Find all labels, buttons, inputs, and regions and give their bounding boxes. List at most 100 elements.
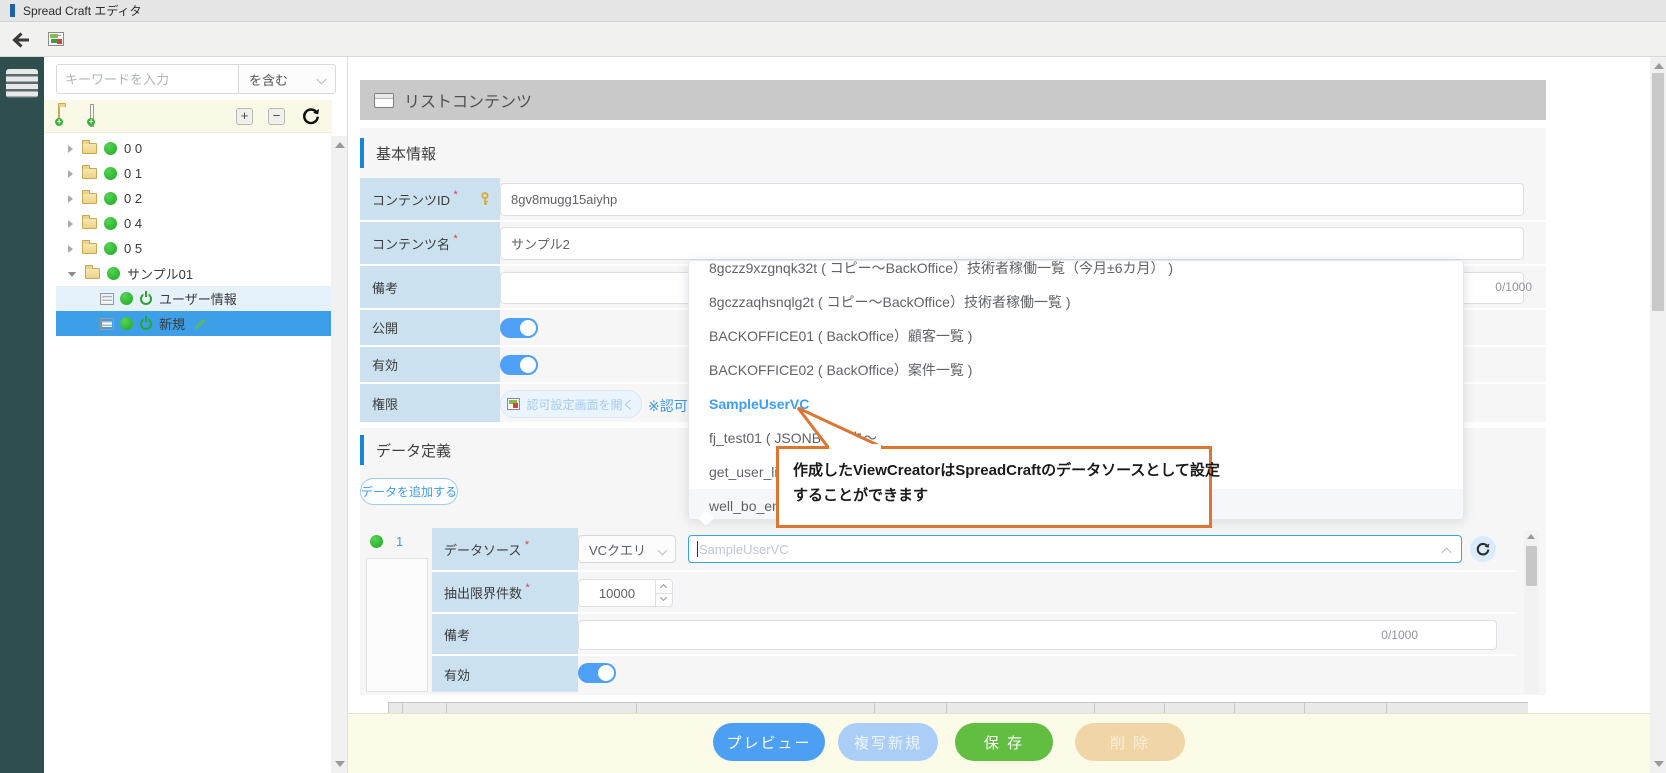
page-scrollbar[interactable] xyxy=(1650,57,1666,773)
datasource-combobox-value: SampleUserVC xyxy=(699,542,789,557)
dropdown-item[interactable]: BACKOFFICE02 ( BackOffice）案件一覧 ) xyxy=(689,353,1463,387)
row-enabled-toggle[interactable] xyxy=(578,663,616,683)
tree-item-label: 0 1 xyxy=(124,166,142,181)
tree-toolbar: + + + − xyxy=(44,100,332,133)
data-row-fields: データソース* VCクエリ SampleUserVC xyxy=(432,528,1516,692)
left-rail xyxy=(0,57,44,773)
required-asterisk: * xyxy=(524,539,528,551)
spinner-down-button[interactable] xyxy=(656,592,672,606)
row-note-label: 備考 xyxy=(432,614,578,654)
power-icon xyxy=(140,318,152,330)
limit-input[interactable] xyxy=(578,579,656,607)
clipped-table-strip xyxy=(388,702,1528,713)
dropdown-item[interactable]: 8gczz9xzgnqk32t ( コピー～BackOffice）技術者稼働一覧… xyxy=(689,260,1463,285)
scroll-up-icon[interactable] xyxy=(1527,534,1535,539)
copy-new-button[interactable]: 複写新規 xyxy=(838,723,938,761)
chevron-right-icon[interactable] xyxy=(68,220,73,228)
tree-item-label: 0 4 xyxy=(124,216,142,231)
required-asterisk: * xyxy=(525,582,529,594)
content-id-label: コンテンツID* xyxy=(360,178,500,220)
spreadcraft-icon[interactable] xyxy=(48,32,64,46)
datasource-type-select[interactable]: VCクエリ xyxy=(578,535,676,563)
datasource-row: データソース* VCクエリ SampleUserVC xyxy=(432,528,1516,572)
dropdown-item[interactable]: 8gczzaqhsnqlg2t ( コピー～BackOffice）技術者稼働一覧… xyxy=(689,285,1463,319)
content-id-input[interactable] xyxy=(500,183,1524,216)
key-icon xyxy=(478,192,492,207)
datasource-combobox[interactable]: SampleUserVC xyxy=(688,535,1462,563)
scroll-up-icon[interactable] xyxy=(1654,63,1664,69)
filter-select[interactable]: を含む xyxy=(238,64,336,94)
refresh-tree-button[interactable] xyxy=(302,107,320,125)
preview-button[interactable]: プレビュー xyxy=(713,723,825,761)
scroll-down-icon[interactable] xyxy=(335,761,345,767)
chevron-right-icon[interactable] xyxy=(68,170,73,178)
data-row-scrollbar[interactable] xyxy=(1524,530,1539,694)
folder-icon xyxy=(85,268,100,279)
scrollbar-thumb[interactable] xyxy=(1526,546,1537,586)
row-note-row: 備考 0/1000 xyxy=(432,614,1516,656)
callout-text-line2: することができます xyxy=(793,483,1195,508)
window-icon xyxy=(374,93,394,108)
add-data-button[interactable]: データを追加する xyxy=(360,478,458,505)
public-toggle[interactable] xyxy=(500,318,538,338)
folder-icon xyxy=(82,243,97,254)
add-folder-button[interactable]: + xyxy=(58,107,76,123)
folder-icon xyxy=(82,193,97,204)
chevron-down-icon[interactable] xyxy=(68,272,76,277)
limit-field xyxy=(578,572,1516,612)
scrollbar-thumb[interactable] xyxy=(1652,73,1664,311)
tree-scrollbar[interactable] xyxy=(331,136,347,773)
required-asterisk: * xyxy=(453,233,457,245)
chevron-right-icon[interactable] xyxy=(68,195,73,203)
open-auth-settings-label: 認可設定画面を開く xyxy=(526,396,634,413)
row-note-input[interactable] xyxy=(578,620,1497,650)
tree-item-new[interactable]: 新規 xyxy=(56,311,331,336)
tree-item-label: 0 5 xyxy=(124,241,142,256)
pencil-icon xyxy=(193,317,207,331)
back-arrow-icon[interactable] xyxy=(10,29,32,51)
tutorial-callout: 作成したViewCreatorはSpreadCraftのデータソースとして設定 … xyxy=(776,446,1212,528)
tree-item-0-5[interactable]: 0 5 xyxy=(56,236,332,261)
enabled-label: 有効 xyxy=(360,347,500,382)
basic-info-header: 基本情報 xyxy=(360,128,1546,178)
tree-item-sample01[interactable]: サンプル01 xyxy=(56,261,332,286)
tree-item-0-0[interactable]: 0 0 xyxy=(56,136,332,161)
tree-item-0-4[interactable]: 0 4 xyxy=(56,211,332,236)
status-circle-icon xyxy=(104,142,117,155)
scroll-down-icon[interactable] xyxy=(1654,761,1664,767)
filter-select-value: を含む xyxy=(249,70,288,89)
status-circle-icon xyxy=(104,217,117,230)
tree-item-0-2[interactable]: 0 2 xyxy=(56,186,332,211)
enabled-toggle[interactable] xyxy=(500,355,538,375)
datasource-type-value: VCクエリ xyxy=(589,540,646,559)
tree-item-user-info[interactable]: ユーザー情報 xyxy=(56,286,332,311)
data-row-1: 1 データソース* VCクエリ xyxy=(366,528,1516,692)
scroll-up-icon[interactable] xyxy=(335,142,345,148)
status-circle-icon xyxy=(370,535,383,548)
folder-icon xyxy=(82,218,97,229)
add-content-button[interactable]: + xyxy=(90,107,108,123)
row-drag-area[interactable] xyxy=(366,558,428,692)
refresh-datasource-button[interactable] xyxy=(1470,536,1496,562)
chevron-right-icon[interactable] xyxy=(68,145,73,153)
content-tree: 0 0 0 1 0 2 0 4 0 5 サンプル01 ユーザー情報 新規 xyxy=(44,136,332,773)
content-name-input[interactable] xyxy=(500,227,1524,260)
expand-all-button[interactable]: + xyxy=(236,108,253,125)
chevron-right-icon[interactable] xyxy=(68,245,73,253)
chevron-up-icon xyxy=(1442,548,1452,558)
row-note-field: 0/1000 xyxy=(578,614,1516,654)
app-title: Spread Craft エディタ xyxy=(23,2,142,19)
save-button[interactable]: 保 存 xyxy=(955,723,1053,761)
collapse-all-button[interactable]: − xyxy=(268,108,285,125)
dropdown-item[interactable]: BACKOFFICE01 ( BackOffice）顧客一覧 ) xyxy=(689,319,1463,353)
tree-item-0-1[interactable]: 0 1 xyxy=(56,161,332,186)
char-counter: 0/1000 xyxy=(1381,628,1418,642)
auth-icon xyxy=(507,398,520,410)
datasource-label: データソース* xyxy=(432,528,578,570)
menu-hamburger-icon[interactable] xyxy=(6,69,38,98)
section-bar-icon xyxy=(360,138,364,168)
open-auth-settings-button[interactable]: 認可設定画面を開く xyxy=(500,390,642,418)
chevron-down-icon xyxy=(658,546,668,556)
delete-button[interactable]: 削 除 xyxy=(1075,723,1185,761)
search-input[interactable] xyxy=(56,64,238,94)
